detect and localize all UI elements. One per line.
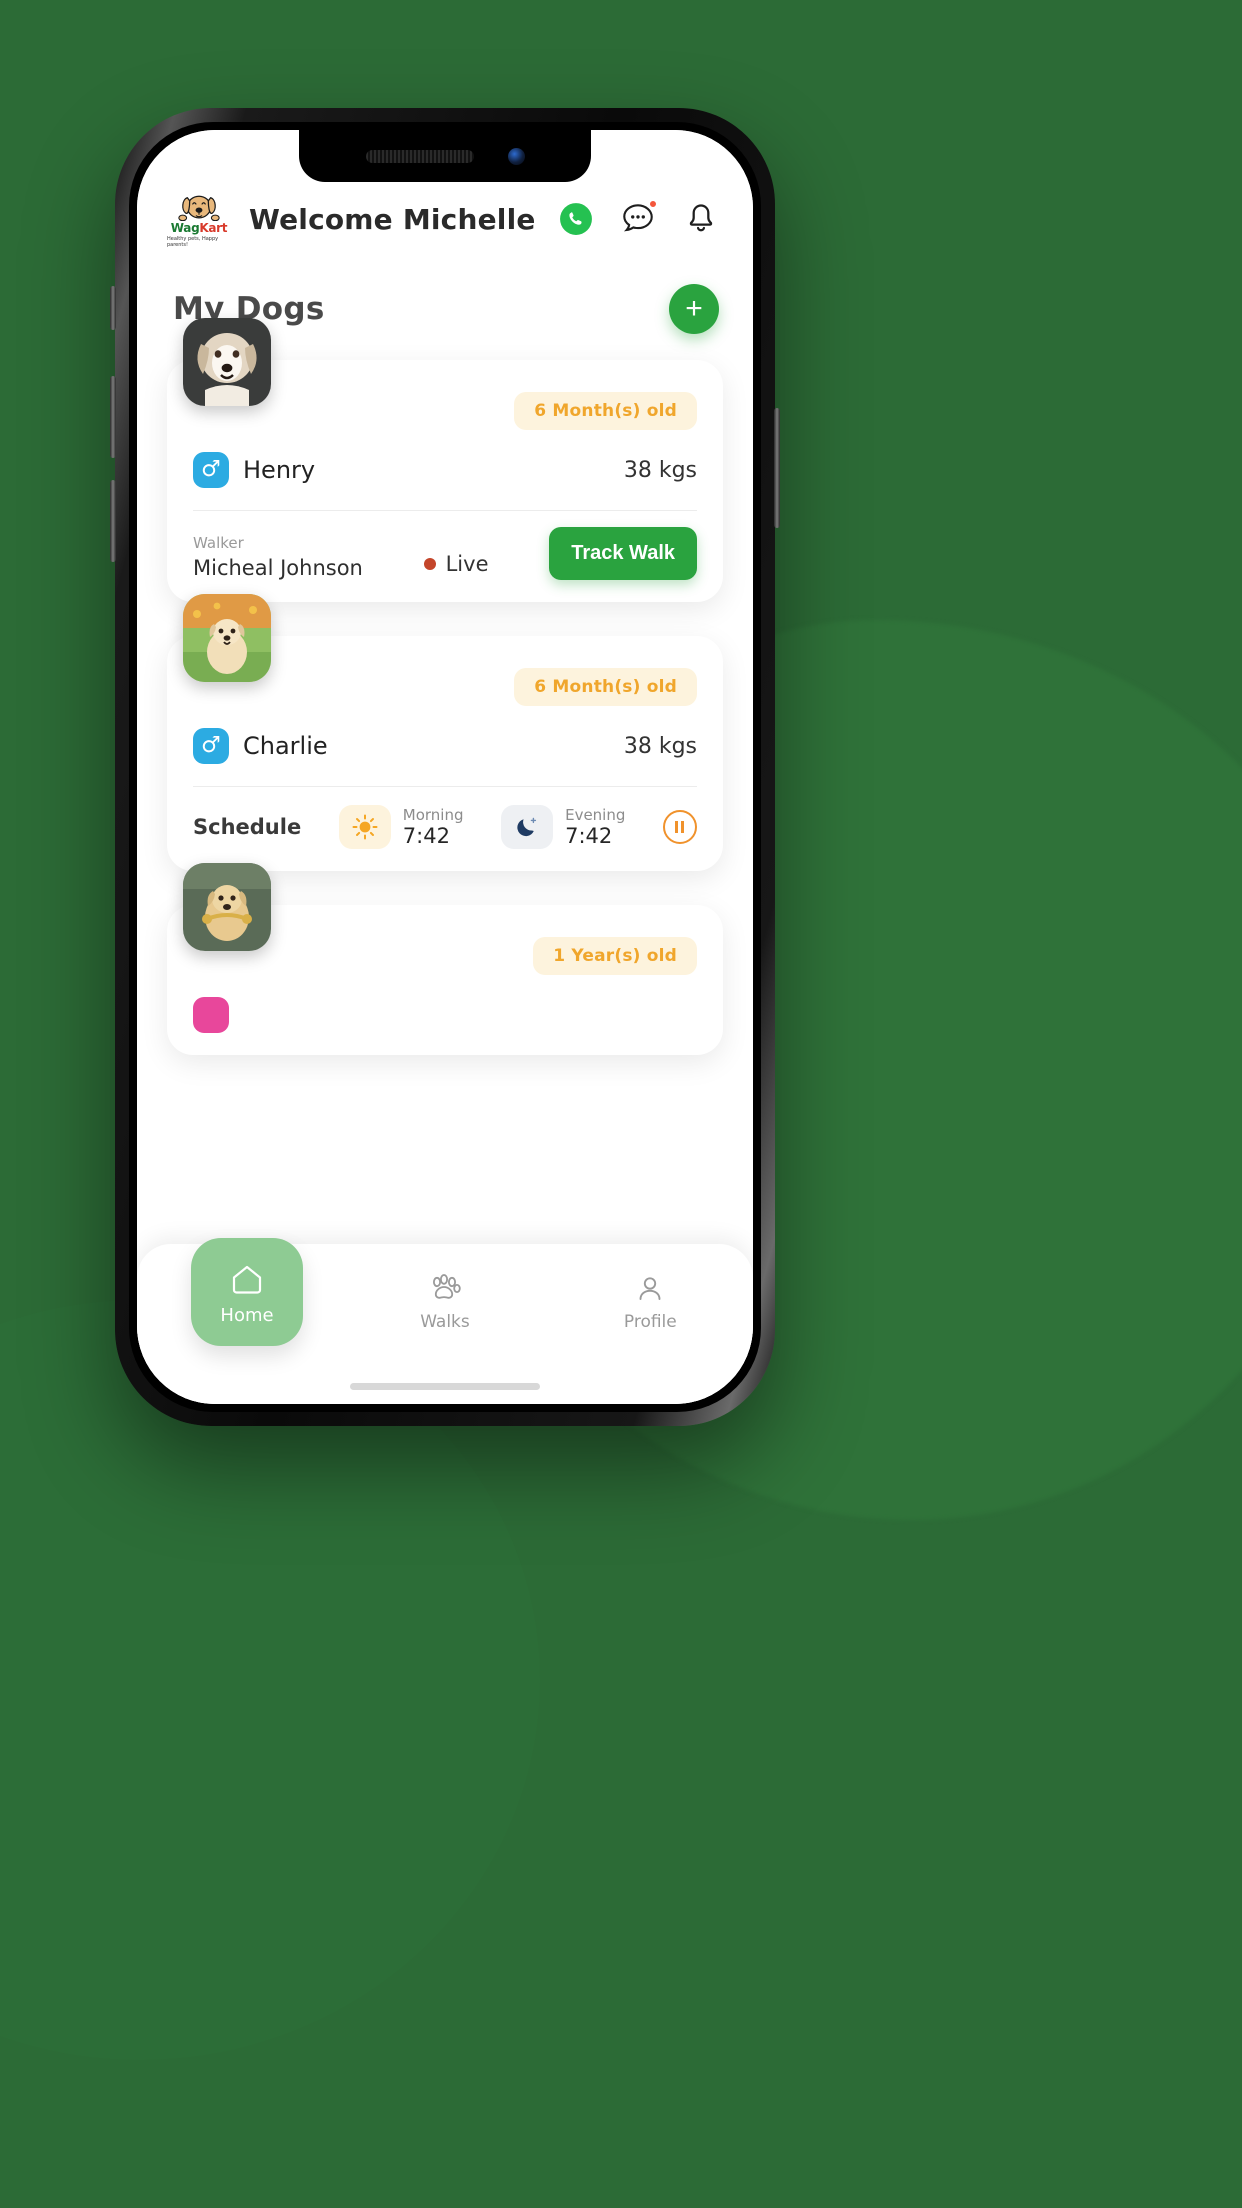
phone-bezel: WagKart Healthy pets, Happy parents! Wel… — [129, 122, 761, 1412]
power-button[interactable] — [774, 408, 780, 528]
home-indicator — [350, 1383, 540, 1390]
paw-icon — [432, 1274, 461, 1299]
morning-time: 7:42 — [402, 824, 450, 848]
page-title: Welcome Michelle — [249, 202, 536, 236]
gender-male-icon: ♂ — [193, 728, 229, 764]
dog-list: 6 Month(s) old ♂ Henry 38 kgs Walker Mic… — [137, 318, 753, 1055]
dog-logo-icon — [178, 195, 220, 221]
nav-home-pill[interactable]: Home — [191, 1238, 303, 1346]
schedule-morning[interactable]: Morning 7:42 — [338, 805, 464, 849]
morning-label: Morning — [402, 806, 464, 824]
gender-female-icon — [193, 997, 229, 1033]
nav-item-walks[interactable]: Walks — [375, 1274, 515, 1332]
schedule-label: Schedule — [193, 815, 302, 839]
device-notch — [299, 130, 591, 182]
home-icon — [232, 1265, 262, 1294]
chat-unread-badge — [648, 199, 658, 209]
schedule-evening[interactable]: Evening 7:42 — [501, 805, 625, 849]
schedule-row: Schedule Morning 7:42 Evening 7:42 — [193, 805, 697, 849]
volume-down-button[interactable] — [110, 480, 116, 562]
live-status: Live — [423, 552, 489, 576]
card-divider — [193, 510, 697, 511]
brand-name: WagKart — [170, 221, 228, 235]
brand-logo[interactable]: WagKart Healthy pets, Happy parents! — [167, 190, 231, 248]
mute-switch[interactable] — [110, 286, 116, 330]
walker-row: Walker Micheal Johnson Live Track Walk — [193, 527, 697, 580]
dog-weight: 38 kgs — [623, 733, 697, 759]
dog-name: Charlie — [243, 732, 328, 760]
dog-card[interactable]: 6 Month(s) old ♂ Charlie 38 kgs Schedule — [167, 594, 723, 871]
pause-schedule-button[interactable] — [662, 810, 697, 844]
chat-icon[interactable] — [619, 199, 658, 238]
volume-up-button[interactable] — [110, 376, 116, 458]
evening-time: 7:42 — [565, 824, 613, 848]
sun-icon — [338, 805, 391, 849]
age-row: 1 Year(s) old — [193, 937, 697, 975]
dog-card[interactable]: 1 Year(s) old — [167, 863, 723, 1055]
age-row: 6 Month(s) old — [193, 668, 697, 706]
dog-name-row — [193, 997, 697, 1033]
earpiece-speaker — [365, 149, 474, 163]
age-row: 6 Month(s) old — [193, 392, 697, 430]
person-icon — [639, 1277, 661, 1300]
walker-label: Walker — [193, 534, 244, 552]
gender-male-icon: ♂ — [193, 452, 229, 488]
live-label: Live — [445, 552, 489, 576]
dog-weight: 38 kgs — [623, 457, 697, 483]
phone-frame: WagKart Healthy pets, Happy parents! Wel… — [110, 108, 780, 1426]
dog-avatar[interactable] — [183, 863, 271, 951]
front-camera — [507, 147, 525, 165]
add-dog-button[interactable]: + — [669, 284, 719, 334]
dog-name-row: ♂ Henry 38 kgs — [193, 452, 697, 488]
dog-name: Henry — [243, 456, 316, 484]
track-walk-button[interactable]: Track Walk — [549, 527, 697, 580]
dog-avatar[interactable] — [183, 318, 271, 406]
walker-name: Micheal Johnson — [193, 556, 363, 580]
moon-icon — [501, 805, 554, 849]
card-divider — [193, 786, 697, 787]
evening-label: Evening — [565, 806, 626, 824]
bell-icon[interactable] — [683, 201, 719, 237]
nav-label-home: Home — [220, 1304, 274, 1326]
dog-name-row: ♂ Charlie 38 kgs — [193, 728, 697, 764]
age-badge: 6 Month(s) old — [514, 392, 697, 430]
dog-photo-charlie — [183, 594, 271, 682]
phone-screen: WagKart Healthy pets, Happy parents! Wel… — [137, 130, 753, 1404]
dog-photo-henry — [183, 318, 271, 406]
nav-label-walks: Walks — [420, 1312, 470, 1332]
app-root: WagKart Healthy pets, Happy parents! Wel… — [137, 130, 753, 1404]
live-dot-icon — [423, 558, 436, 570]
dog-card[interactable]: 6 Month(s) old ♂ Henry 38 kgs Walker Mic… — [167, 318, 723, 602]
nav-item-profile[interactable]: Profile — [580, 1274, 720, 1332]
age-badge: 6 Month(s) old — [514, 668, 697, 706]
header-icons — [559, 199, 723, 238]
age-badge: 1 Year(s) old — [533, 937, 697, 975]
dog-photo-third — [183, 863, 271, 951]
bottom-navigation: Walks Profile Home — [137, 1238, 753, 1404]
dog-avatar[interactable] — [183, 594, 271, 682]
nav-item-home[interactable]: Home — [177, 1238, 317, 1346]
nav-label-profile: Profile — [623, 1312, 677, 1332]
whatsapp-icon[interactable] — [559, 202, 593, 236]
brand-tagline: Healthy pets, Happy parents! — [167, 236, 219, 248]
